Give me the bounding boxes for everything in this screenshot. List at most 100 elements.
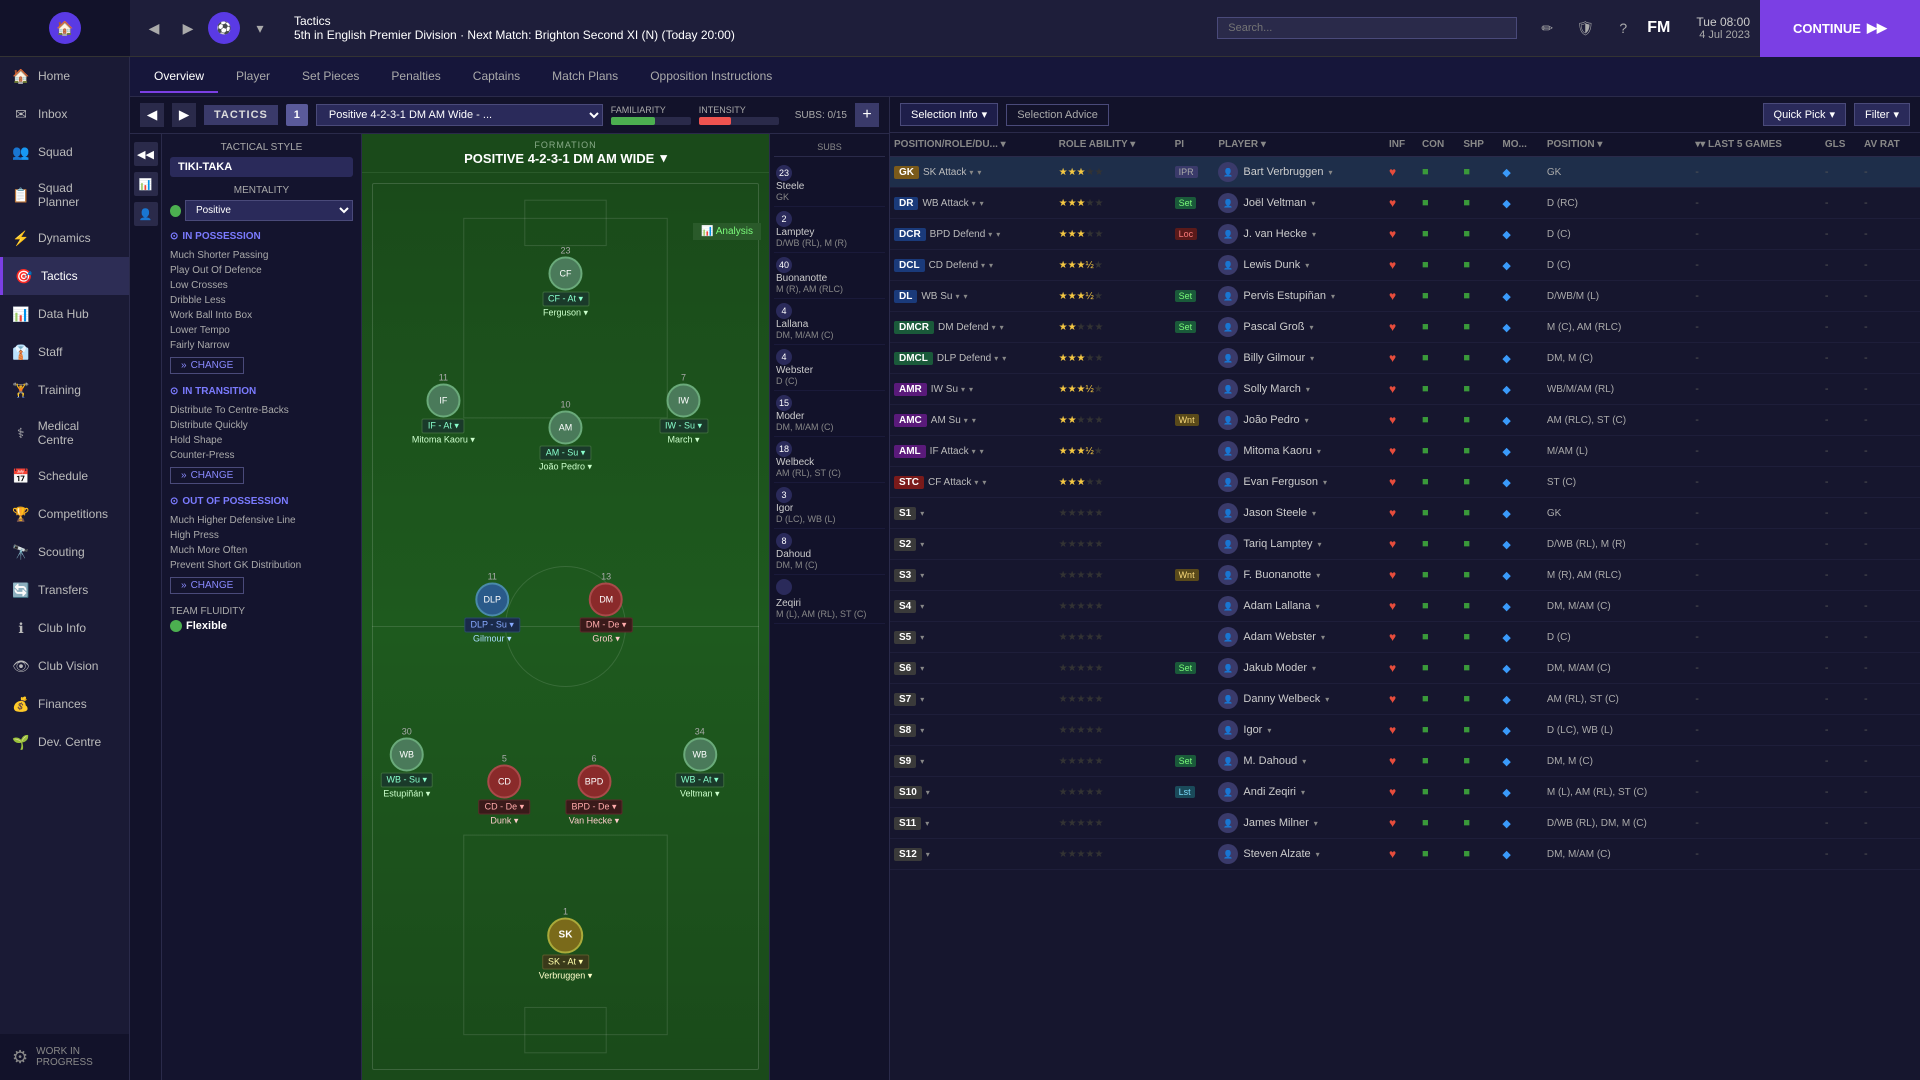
pos-arrow-icon[interactable]: ▾: [920, 633, 924, 642]
pitch-player-march[interactable]: 7 IW IW - Su ▾ March ▾: [659, 372, 708, 445]
role-dropdown[interactable]: CD Defend ▾: [929, 260, 985, 271]
player-arrow-icon[interactable]: ▾: [1312, 509, 1316, 518]
sub-zeqiri[interactable]: Zeqiri M (L), AM (RL), ST (C): [774, 575, 885, 624]
sub-buonanotte[interactable]: 40 Buonanotte M (R), AM (RLC): [774, 253, 885, 299]
pos-arrow-icon[interactable]: ▾: [925, 819, 929, 828]
tab-set-pieces[interactable]: Set Pieces: [288, 61, 373, 93]
sidebar-item-home[interactable]: 🏠 Home: [0, 57, 129, 95]
col-role-ability[interactable]: ROLE ABILITY ▾: [1055, 133, 1171, 157]
tactic-back-btn[interactable]: ◀: [140, 103, 164, 127]
player-arrow-icon[interactable]: ▾: [1316, 602, 1320, 611]
pos-arrow-icon[interactable]: ▾: [920, 664, 924, 673]
pitch-player-joao-pedro[interactable]: 10 AM AM - Su ▾ João Pedro ▾: [539, 400, 592, 473]
player-arrow-icon[interactable]: ▾: [1301, 788, 1305, 797]
selection-info-btn[interactable]: Selection Info ▾: [900, 103, 998, 126]
role-arrow-icon[interactable]: ▾: [964, 416, 968, 425]
col-con[interactable]: CON: [1418, 133, 1459, 157]
player-arrow-icon[interactable]: ▾: [1310, 323, 1314, 332]
sidebar-item-squad-planner[interactable]: 📋 Squad Planner: [0, 171, 129, 219]
col-avrat[interactable]: AV RAT: [1860, 133, 1920, 157]
player-arrow-icon[interactable]: ▾: [1305, 416, 1309, 425]
player-arrow-icon[interactable]: ▾: [1325, 695, 1329, 704]
shield-icon[interactable]: 🛡: [1571, 14, 1599, 42]
out-possession-change-btn[interactable]: » CHANGE: [170, 577, 244, 594]
role-arrow-icon[interactable]: ▾: [994, 354, 998, 363]
edit-icon[interactable]: ✏: [1533, 14, 1561, 42]
pitch-player-veltman[interactable]: 34 WB WB - At ▾ Veltman ▾: [675, 726, 725, 799]
col-mo[interactable]: MO...: [1498, 133, 1542, 157]
sub-webster[interactable]: 4 Webster D (C): [774, 345, 885, 391]
pitch-player-dunk[interactable]: 5 CD CD - De ▾ Dunk ▾: [479, 753, 531, 826]
person-tool-btn[interactable]: 👤: [134, 202, 158, 226]
role-arrow-icon[interactable]: ▾: [955, 292, 959, 301]
pos-arrow-icon[interactable]: ▾: [972, 416, 976, 425]
sub-welbeck[interactable]: 18 Welbeck AM (RL), ST (C): [774, 437, 885, 483]
role-arrow-icon[interactable]: ▾: [988, 230, 992, 239]
sidebar-item-tactics[interactable]: 🎯 Tactics: [0, 257, 129, 295]
chart-tool-btn[interactable]: 📊: [134, 172, 158, 196]
pos-arrow-icon[interactable]: ▾: [920, 602, 924, 611]
pos-arrow-icon[interactable]: ▾: [980, 447, 984, 456]
pitch-player-estupinnan[interactable]: 30 WB WB - Su ▾ Estupiñán ▾: [381, 726, 434, 799]
col-last5[interactable]: ▾▾ LAST 5 GAMES: [1691, 133, 1821, 157]
sub-lallana[interactable]: 4 Lallana DM, M/AM (C): [774, 299, 885, 345]
help-icon[interactable]: ?: [1609, 14, 1637, 42]
tab-opposition-instructions[interactable]: Opposition Instructions: [636, 61, 786, 93]
home-icon[interactable]: 🏠: [49, 12, 81, 44]
player-arrow-icon[interactable]: ▾: [1323, 478, 1327, 487]
role-arrow-icon[interactable]: ▾: [992, 323, 996, 332]
player-arrow-icon[interactable]: ▾: [1316, 571, 1320, 580]
pos-arrow-icon[interactable]: ▾: [1002, 354, 1006, 363]
sidebar-item-transfers[interactable]: 🔄 Transfers: [0, 571, 129, 609]
role-dropdown[interactable]: WB Attack ▾: [922, 198, 975, 209]
role-dropdown[interactable]: CF Attack ▾: [928, 477, 978, 488]
role-arrow-icon[interactable]: ▾: [961, 385, 965, 394]
quick-pick-btn[interactable]: Quick Pick ▾: [1763, 103, 1847, 126]
player-arrow-icon[interactable]: ▾: [1312, 664, 1316, 673]
nav-back-btn[interactable]: ◀: [140, 14, 168, 42]
player-arrow-icon[interactable]: ▾: [1306, 385, 1310, 394]
sidebar-item-schedule[interactable]: 📅 Schedule: [0, 457, 129, 495]
player-arrow-icon[interactable]: ▾: [1267, 726, 1271, 735]
pitch-player-van-hecke[interactable]: 6 BPD BPD - De ▾ Van Hecke ▾: [565, 753, 622, 826]
role-dropdown[interactable]: DM Defend ▾: [938, 322, 996, 333]
role-arrow-icon[interactable]: ▾: [974, 478, 978, 487]
sidebar-item-medical[interactable]: ⚕ Medical Centre: [0, 409, 129, 457]
pos-arrow-icon[interactable]: ▾: [996, 230, 1000, 239]
pos-arrow-icon[interactable]: ▾: [920, 509, 924, 518]
pos-arrow-icon[interactable]: ▾: [980, 199, 984, 208]
sub-dahoud[interactable]: 8 Dahoud DM, M (C): [774, 529, 885, 575]
role-arrow-icon[interactable]: ▾: [972, 199, 976, 208]
role-arrow-icon[interactable]: ▾: [972, 447, 976, 456]
col-pi[interactable]: PI: [1171, 133, 1215, 157]
add-tactic-btn[interactable]: +: [855, 103, 879, 127]
sidebar-item-finances[interactable]: 💰 Finances: [0, 685, 129, 723]
sub-moder[interactable]: 15 Moder DM, M/AM (C): [774, 391, 885, 437]
pos-arrow-icon[interactable]: ▾: [969, 385, 973, 394]
role-arrow-icon[interactable]: ▾: [969, 168, 973, 177]
role-dropdown[interactable]: SK Attack ▾: [923, 167, 973, 178]
analysis-btn[interactable]: 📊 Analysis: [693, 223, 761, 240]
dropdown-btn[interactable]: ▾: [246, 14, 274, 42]
mentality-select[interactable]: Positive: [185, 200, 353, 221]
formation-name[interactable]: POSITIVE 4-2-3-1 DM AM WIDE ▾: [368, 150, 763, 166]
sidebar-item-competitions[interactable]: 🏆 Competitions: [0, 495, 129, 533]
nav-forward-btn[interactable]: ▶: [174, 14, 202, 42]
tactic-forward-btn[interactable]: ▶: [172, 103, 196, 127]
pitch-player-gilmour[interactable]: 11 DLP DLP - Su ▾ Gilmour ▾: [465, 572, 520, 645]
sidebar-item-dev-centre[interactable]: 🌱 Dev. Centre: [0, 723, 129, 761]
pos-arrow-icon[interactable]: ▾: [963, 292, 967, 301]
player-arrow-icon[interactable]: ▾: [1314, 819, 1318, 828]
pitch-player-gross[interactable]: 13 DM DM - De ▾ Groß ▾: [580, 572, 633, 645]
role-dropdown[interactable]: WB Su ▾: [921, 291, 959, 302]
sidebar-item-training[interactable]: 🏋 Training: [0, 371, 129, 409]
pos-arrow-icon[interactable]: ▾: [920, 695, 924, 704]
pos-arrow-icon[interactable]: ▾: [920, 726, 924, 735]
player-arrow-icon[interactable]: ▾: [1302, 757, 1306, 766]
search-input[interactable]: [1217, 17, 1517, 39]
sidebar-item-squad[interactable]: 👥 Squad: [0, 133, 129, 171]
pos-arrow-icon[interactable]: ▾: [920, 571, 924, 580]
player-arrow-icon[interactable]: ▾: [1305, 261, 1309, 270]
pitch-player-verbruggen[interactable]: 1 SK SK - At ▾ Verbruggen ▾: [539, 906, 593, 981]
sidebar-item-club-vision[interactable]: 👁 Club Vision: [0, 647, 129, 685]
